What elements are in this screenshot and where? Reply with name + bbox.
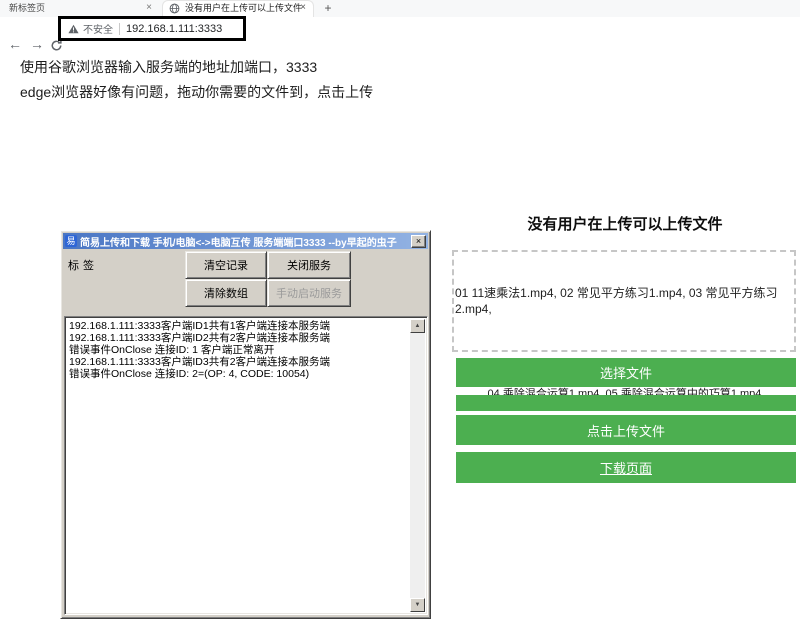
upload-files-button[interactable]: 点击上传文件 — [456, 415, 796, 445]
scrollbar-up-icon[interactable]: ▲ — [410, 319, 425, 333]
download-page-link[interactable]: 下载页面 — [456, 452, 796, 483]
close-service-button[interactable]: 关闭服务 — [267, 251, 351, 279]
app-title-bar[interactable]: 易 简易上传和下载 手机/电脑<->电脑互传 服务端端口3333 --by早起的… — [63, 233, 428, 249]
server-app-window: 易 简易上传和下载 手机/电脑<->电脑互传 服务端端口3333 --by早起的… — [60, 230, 431, 619]
security-label: 不安全 — [83, 21, 113, 36]
forward-icon[interactable]: → — [30, 36, 44, 52]
url-separator — [119, 23, 120, 35]
upload-status-heading: 没有用户在上传可以上传文件 — [455, 213, 795, 234]
scrollbar-down-icon[interactable]: ▼ — [410, 598, 425, 612]
select-files-button[interactable]: 选择文件 — [456, 358, 796, 387]
tab-close-icon[interactable]: × — [142, 0, 156, 17]
file-dropzone[interactable]: 01 11速乘法1.mp4, 02 常见平方练习1.mp4, 03 常见平方练习… — [452, 250, 796, 352]
clear-array-button[interactable]: 清除数组 — [185, 279, 267, 307]
intro-line-2: edge浏览器好像有问题，拖动你需要的文件到，点击上传 — [20, 82, 580, 102]
tab-upload-page[interactable]: 没有用户在上传可以上传文件 — [162, 0, 314, 17]
tab-title: 没有用户在上传可以上传文件 — [185, 3, 302, 13]
intro-line-1: 使用谷歌浏览器输入服务端的地址加端口，3333 — [20, 57, 580, 77]
address-bar[interactable]: 不安全 192.168.1.111:3333 — [58, 16, 246, 41]
side-label: 标签 — [68, 257, 98, 273]
globe-icon — [169, 3, 180, 14]
log-line: 192.168.1.111:3333客户端ID1共有1客户端连接本服务端 — [69, 320, 409, 332]
log-line: 错误事件OnClose 连接ID: 2=(OP: 4, CODE: 10054) — [69, 368, 409, 380]
tab-close-icon[interactable]: × — [296, 0, 310, 17]
log-line: 192.168.1.111:3333客户端ID2共有2客户端连接本服务端 — [69, 332, 409, 344]
log-line: 错误事件OnClose 连接ID: 1 客户端正常离开 — [69, 344, 409, 356]
window-close-icon[interactable]: × — [411, 235, 426, 248]
new-tab-icon[interactable]: + — [320, 0, 336, 17]
clear-log-button[interactable]: 清空记录 — [185, 251, 267, 279]
progress-bar — [456, 395, 796, 411]
selected-files-clipped-text: 04 乘除混合运算1.mp4, 05 乘除混合运算中的巧算1.mp4, — [456, 387, 796, 395]
scrollbar[interactable]: ▲ ▼ — [410, 319, 425, 612]
app-icon: 易 — [65, 235, 77, 247]
dropzone-file-list: 01 11速乘法1.mp4, 02 常见平方练习1.mp4, 03 常见平方练习… — [454, 285, 794, 317]
tab-new-tab-page[interactable]: 新标签页 — [0, 0, 160, 17]
app-title: 简易上传和下载 手机/电脑<->电脑互传 服务端端口3333 --by早起的虫子 — [80, 234, 411, 249]
back-icon[interactable]: ← — [8, 36, 22, 52]
url-text: 192.168.1.111:3333 — [126, 23, 222, 35]
warning-icon — [68, 24, 79, 34]
manual-start-button-disabled: 手动启动服务 — [267, 279, 351, 307]
screen: 新标签页 × 没有用户在上传可以上传文件 × + ← → 不安全 192.168… — [0, 0, 800, 641]
log-listbox[interactable]: 192.168.1.111:3333客户端ID1共有1客户端连接本服务端 192… — [64, 316, 428, 615]
tab-strip: 新标签页 × 没有用户在上传可以上传文件 × + — [0, 0, 800, 17]
log-line: 192.168.1.111:3333客户端ID3共有2客户端连接本服务端 — [69, 356, 409, 368]
tab-title: 新标签页 — [9, 3, 45, 13]
